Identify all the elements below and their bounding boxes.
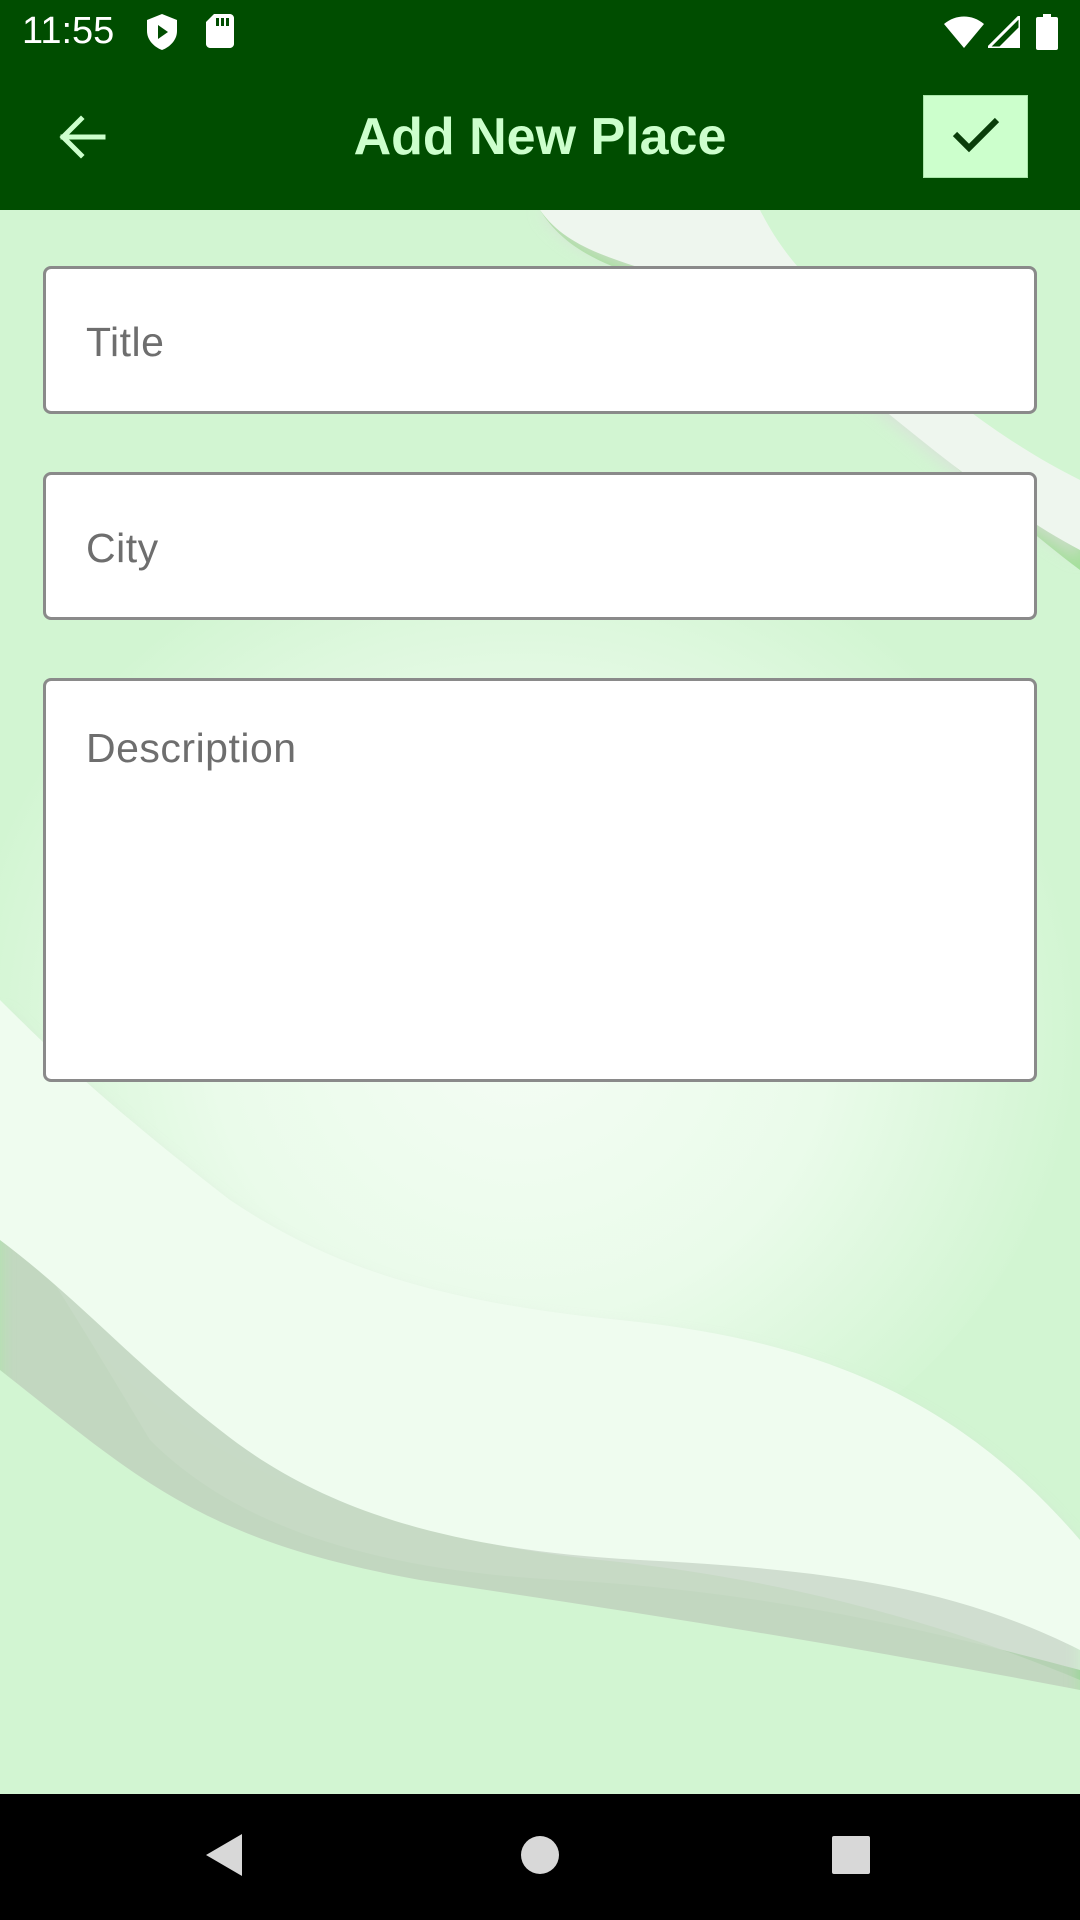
title-placeholder: Title	[86, 319, 165, 365]
form-container: Title City Description	[0, 210, 1080, 1794]
status-bar: 11:55	[0, 0, 1080, 64]
save-button[interactable]	[923, 95, 1028, 178]
city-placeholder: City	[86, 525, 159, 571]
city-input[interactable]: City	[43, 472, 1037, 620]
screen: 11:55 Add New Place Title City Descripti…	[0, 0, 1080, 1920]
recents-square-icon	[831, 1835, 871, 1880]
battery-icon	[1036, 14, 1058, 55]
system-nav-bar	[0, 1794, 1080, 1920]
page-title: Add New Place	[353, 108, 727, 166]
wifi-icon	[944, 16, 984, 53]
back-triangle-icon	[202, 1832, 248, 1883]
arrow-left-icon	[59, 114, 107, 164]
check-icon	[951, 114, 1001, 159]
back-button[interactable]	[46, 102, 120, 176]
play-protect-icon	[146, 14, 178, 55]
status-time: 11:55	[22, 10, 115, 52]
nav-back-button[interactable]	[190, 1822, 260, 1892]
app-bar: Add New Place	[0, 64, 1080, 210]
description-input[interactable]: Description	[43, 678, 1037, 1082]
home-circle-icon	[519, 1834, 561, 1881]
nav-recents-button[interactable]	[816, 1822, 886, 1892]
cell-signal-icon	[984, 12, 1022, 53]
nav-home-button[interactable]	[505, 1822, 575, 1892]
title-input[interactable]: Title	[43, 266, 1037, 414]
description-placeholder: Description	[86, 725, 297, 771]
sd-card-icon	[206, 14, 234, 53]
